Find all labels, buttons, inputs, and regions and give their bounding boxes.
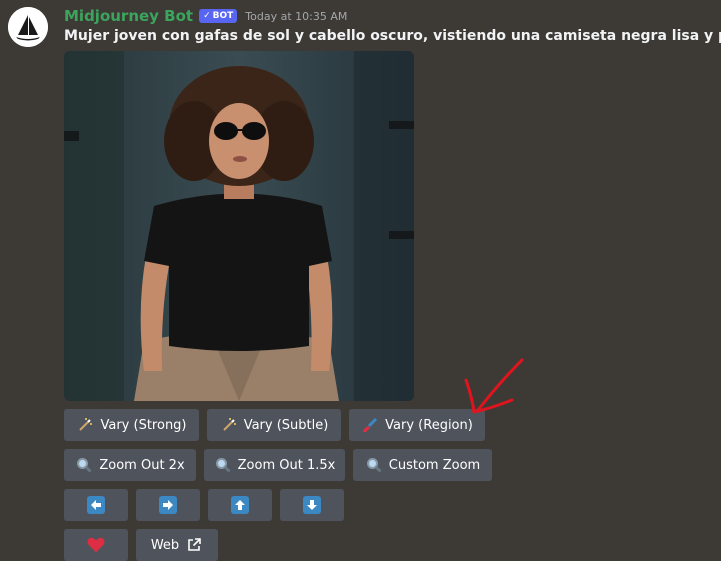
prompt-text: Mujer joven con gafas de sol y cabello o… [64, 28, 721, 44]
message-header: Midjourney Bot ✓ BOT Today at 10:35 AM [64, 6, 347, 26]
arrow-right-icon [159, 496, 177, 514]
zoom-out-2x-label: Zoom Out 2x [99, 457, 185, 473]
bot-badge-label: BOT [212, 11, 234, 21]
zoom-out-1-5x-button[interactable]: Zoom Out 1.5x [204, 449, 345, 481]
magic-wand-icon [76, 416, 94, 434]
vary-region-button[interactable]: Vary (Region) [349, 409, 485, 441]
magnifier-icon [365, 456, 383, 474]
custom-zoom-label: Custom Zoom [388, 457, 481, 473]
paintbrush-icon [361, 416, 379, 434]
custom-zoom-button[interactable]: Custom Zoom [353, 449, 492, 481]
magnifier-icon [214, 456, 232, 474]
discord-message: Midjourney Bot ✓ BOT Today at 10:35 AM M… [0, 0, 721, 561]
zoom-out-1-5x-label: Zoom Out 1.5x [237, 457, 336, 473]
sailboat-logo-icon [8, 7, 48, 47]
bot-avatar[interactable] [8, 7, 48, 47]
web-link-label: Web [150, 537, 180, 553]
web-link-button[interactable]: Web [136, 529, 218, 561]
vary-region-label: Vary (Region) [385, 417, 473, 433]
generated-image[interactable] [64, 51, 414, 401]
verified-check-icon: ✓ [203, 11, 211, 21]
external-link-icon [185, 536, 203, 554]
arrow-down-icon [303, 496, 321, 514]
favorite-button[interactable] [64, 529, 128, 561]
magic-wand-icon [220, 416, 238, 434]
pan-down-button[interactable] [280, 489, 344, 521]
pan-left-button[interactable] [64, 489, 128, 521]
vary-subtle-label: Vary (Subtle) [243, 417, 329, 433]
vary-strong-button[interactable]: Vary (Strong) [64, 409, 199, 441]
vary-strong-label: Vary (Strong) [100, 417, 187, 433]
bot-badge: ✓ BOT [199, 9, 238, 23]
arrow-up-icon [231, 496, 249, 514]
pan-right-button[interactable] [136, 489, 200, 521]
arrow-left-icon [87, 496, 105, 514]
zoom-out-2x-button[interactable]: Zoom Out 2x [64, 449, 196, 481]
generated-image-illustration [64, 51, 414, 401]
magnifier-icon [75, 456, 93, 474]
vary-subtle-button[interactable]: Vary (Subtle) [207, 409, 341, 441]
heart-icon [87, 536, 105, 554]
pan-up-button[interactable] [208, 489, 272, 521]
username[interactable]: Midjourney Bot [64, 7, 193, 25]
message-timestamp: Today at 10:35 AM [245, 9, 348, 23]
